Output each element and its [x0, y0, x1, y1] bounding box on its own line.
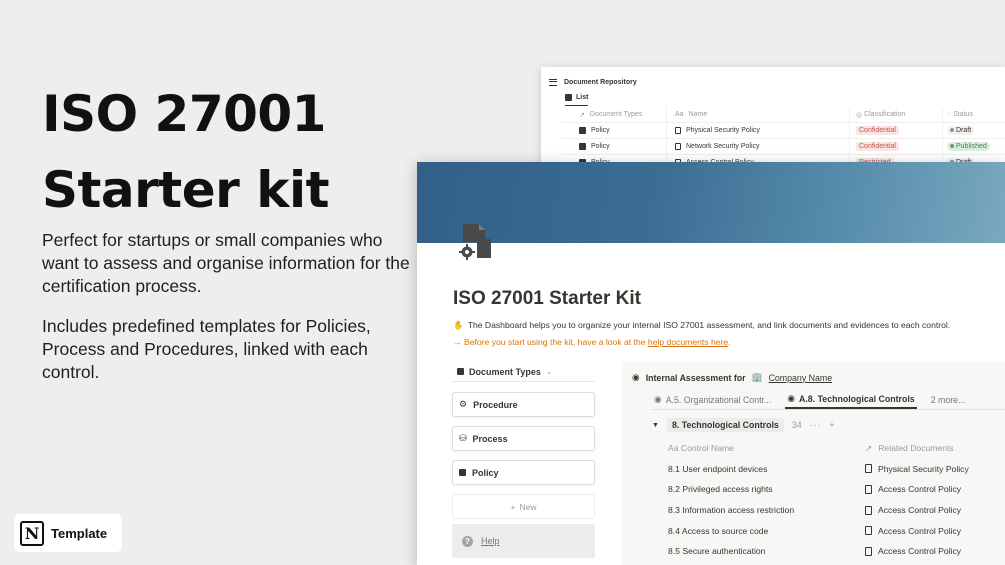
text-property-icon: Aa — [675, 111, 684, 118]
page-description: ✋ The Dashboard helps you to organize yo… — [453, 320, 951, 330]
text-property-icon: Aa — [668, 443, 681, 454]
promo-title-line1: ISO 27001 — [42, 85, 326, 143]
menu-icon[interactable] — [549, 79, 557, 86]
company-name-link[interactable]: Company Name — [769, 373, 833, 383]
procedure-icon: ⚙ — [459, 399, 468, 409]
col-document-types[interactable]: ↗ Document Types — [561, 111, 666, 119]
company-icon: 🏢 — [751, 372, 763, 382]
card-policy[interactable]: Policy — [452, 460, 595, 485]
plus-icon: + — [510, 501, 516, 512]
promo-title: ISO 27001 Starter kit — [42, 76, 329, 228]
repository-header: Document Repository — [549, 79, 637, 86]
tab-list-label: List — [576, 94, 589, 101]
table-row[interactable]: 8.4 Access to source code Access Control… — [668, 520, 1005, 541]
table-row[interactable]: 8.5 Secure authentication Access Control… — [668, 541, 1005, 562]
table-row[interactable]: Policy Network Security Policy Confident… — [561, 139, 1005, 155]
document-gear-icon[interactable] — [457, 222, 495, 262]
group-header: ▼ 8. Technological Controls 34 ··· + — [652, 418, 836, 432]
document-icon — [865, 464, 872, 474]
col-classification[interactable]: ◎ Classification — [849, 107, 942, 122]
repository-table-header: ↗ Document Types Aa Name ◎ Classification … — [561, 107, 1005, 123]
table-row[interactable]: 8.1 User endpoint devices Physical Secur… — [668, 459, 1005, 480]
classification-tag: Confidential — [856, 142, 899, 151]
page-title: ISO 27001 Starter Kit — [453, 288, 641, 309]
promo-title-line2: Starter kit — [42, 161, 329, 219]
select-property-icon: ◎ — [856, 111, 865, 119]
status-tag: Published — [947, 142, 990, 151]
group-count: 34 — [791, 420, 802, 430]
tab-list-view[interactable]: List — [565, 94, 589, 106]
chevron-down-icon[interactable]: ⌄ — [546, 367, 553, 376]
tab-more[interactable]: 2 more... — [929, 390, 968, 409]
table-row[interactable]: 8.2 Privileged access rights Access Cont… — [668, 479, 1005, 500]
group-more-button[interactable]: ··· — [810, 420, 822, 430]
notion-logo-icon: N — [20, 520, 44, 546]
document-icon — [675, 143, 681, 150]
document-types-header[interactable]: Document Types ⌄ — [452, 362, 595, 382]
help-icon: ? — [462, 535, 473, 547]
policy-icon — [579, 127, 586, 134]
policy-icon — [459, 469, 466, 476]
starter-kit-window: ISO 27001 Starter Kit ✋ The Dashboard he… — [417, 162, 1005, 565]
tab-technological-controls[interactable]: ◉ A.8. Technological Controls — [785, 390, 917, 409]
document-types-board: Document Types ⌄ ⚙ Procedure ⛁ Process P… — [452, 362, 595, 558]
policy-icon — [579, 143, 586, 150]
status-tag: Draft — [947, 126, 975, 135]
document-repository-window: Document Repository List ↗ Document Types… — [541, 67, 1005, 177]
database-icon — [457, 368, 464, 375]
group-add-button[interactable]: + — [829, 420, 835, 430]
document-icon — [865, 484, 872, 494]
col-related-documents[interactable]: ↗ Related Documents — [865, 443, 1005, 454]
waving-hand-icon: ✋ — [453, 320, 464, 330]
view-icon: ◉ — [787, 393, 795, 403]
classification-tag: Confidential — [856, 126, 899, 135]
table-row[interactable]: 8.3 Information access restriction Acces… — [668, 500, 1005, 521]
process-icon: ⛁ — [459, 433, 467, 443]
help-documents-link[interactable]: help documents here — [648, 337, 728, 347]
table-row[interactable]: Policy Physical Security Policy Confiden… — [561, 123, 1005, 139]
template-badge: N Template — [14, 514, 122, 552]
controls-table: Aa Control Name ↗ Related Documents 8.1 U… — [668, 438, 1005, 562]
internal-assessment-panel: ◉ Internal Assessment for 🏢 Company Name… — [622, 362, 1005, 565]
new-card-button[interactable]: + New — [452, 494, 595, 519]
group-name: 8. Technological Controls — [666, 418, 784, 432]
col-status[interactable]: ◌ Status — [942, 107, 1005, 122]
card-process[interactable]: ⛁ Process — [452, 426, 595, 451]
document-icon — [865, 546, 872, 556]
help-notice: → Before you start using the kit, have a… — [453, 337, 731, 347]
relation-arrow-icon: ↗ — [865, 442, 873, 453]
promo-paragraph-1: Perfect for startups or small companies … — [42, 230, 410, 296]
card-procedure[interactable]: ⚙ Procedure — [452, 392, 595, 417]
list-view-icon — [565, 94, 572, 101]
col-control-name[interactable]: Aa Control Name — [668, 443, 865, 453]
help-callout[interactable]: ? Help — [452, 524, 595, 558]
document-icon — [865, 526, 872, 536]
assessment-header: ◉ Internal Assessment for 🏢 Company Name — [632, 372, 833, 383]
col-name[interactable]: Aa Name — [666, 107, 849, 122]
template-badge-label: Template — [51, 525, 108, 541]
document-icon — [675, 127, 681, 134]
assessment-icon: ◉ — [632, 372, 640, 382]
relation-arrow-icon: ↗ — [579, 111, 585, 119]
tab-organizational-controls[interactable]: ◉ A.5. Organizational Contr... — [652, 390, 773, 409]
view-icon: ◉ — [654, 394, 662, 404]
promo-paragraph-2: Includes predefined templates for Polici… — [42, 316, 371, 382]
collapse-triangle-icon[interactable]: ▼ — [652, 422, 659, 429]
controls-table-header: Aa Control Name ↗ Related Documents — [668, 438, 1005, 459]
page-cover[interactable] — [417, 162, 1005, 243]
assessment-tabs: ◉ A.5. Organizational Contr... ◉ A.8. Tech… — [652, 390, 1005, 410]
repository-title: Document Repository — [564, 79, 637, 86]
document-icon — [865, 505, 872, 515]
